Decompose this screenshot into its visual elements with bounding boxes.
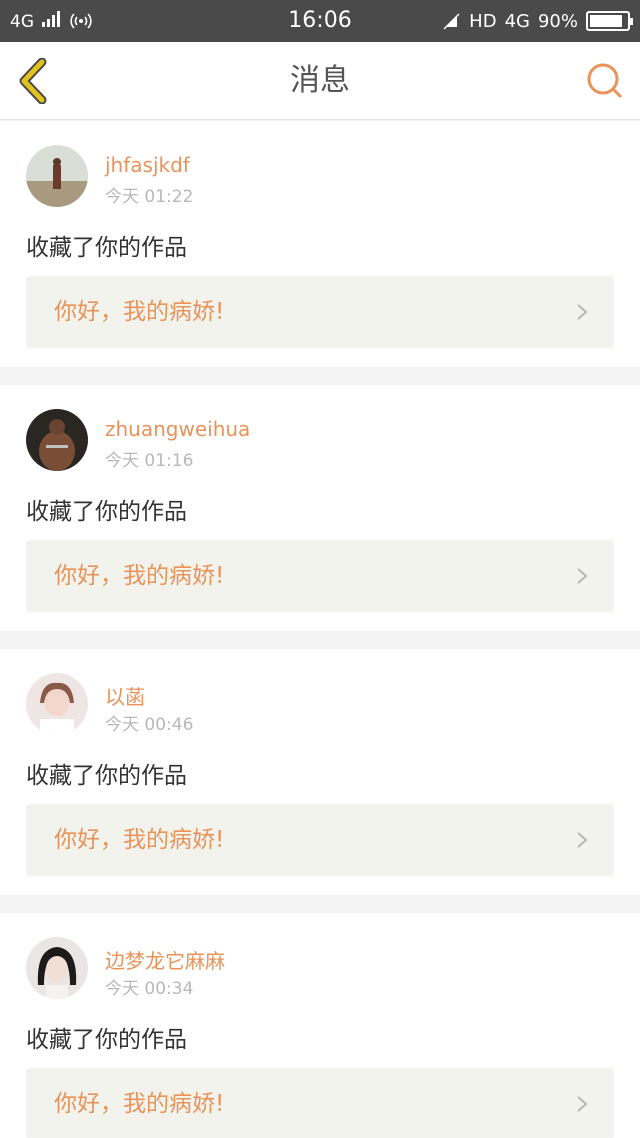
work-link[interactable]: 你好，我的病娇! — [26, 804, 614, 876]
action-text: 收藏了你的作品 — [26, 499, 187, 525]
chevron-right-icon — [577, 304, 588, 320]
work-link[interactable]: 你好，我的病娇! — [26, 1068, 614, 1138]
action-text: 收藏了你的作品 — [26, 235, 187, 261]
search-icon — [587, 63, 622, 98]
work-title: 你好，我的病娇! — [54, 563, 225, 589]
work-link[interactable]: 你好，我的病娇! — [26, 540, 614, 612]
battery-percent: 90% — [537, 10, 578, 32]
hd-label: HD — [469, 10, 497, 32]
avatar[interactable] — [26, 409, 88, 471]
work-title: 你好，我的病娇! — [54, 1091, 225, 1117]
action-text: 收藏了你的作品 — [26, 1027, 187, 1053]
network-right-label: 4G — [504, 10, 530, 32]
avatar[interactable] — [26, 673, 88, 735]
message-time: 今天 01:22 — [105, 187, 194, 207]
username-link[interactable]: jhfasjkdf — [105, 153, 190, 177]
work-link[interactable]: 你好，我的病娇! — [26, 276, 614, 348]
message-card: 边梦龙它麻麻 今天 00:34 收藏了你的作品 你好，我的病娇! — [0, 913, 640, 1138]
chevron-right-icon — [577, 832, 588, 848]
message-card: zhuangweihua 今天 01:16 收藏了你的作品 你好，我的病娇! — [0, 385, 640, 631]
chevron-right-icon — [577, 568, 588, 584]
message-time: 今天 00:34 — [105, 979, 194, 999]
action-text: 收藏了你的作品 — [26, 763, 187, 789]
status-right: HD 4G 90% — [441, 0, 633, 42]
work-title: 你好，我的病娇! — [54, 299, 225, 325]
message-time: 今天 00:46 — [105, 715, 194, 735]
username-link[interactable]: zhuangweihua — [105, 417, 250, 441]
avatar[interactable] — [26, 937, 88, 999]
message-time: 今天 01:16 — [105, 451, 194, 471]
message-card: jhfasjkdf 今天 01:22 收藏了你的作品 你好，我的病娇! — [0, 121, 640, 367]
username-link[interactable]: 以菡 — [105, 681, 145, 710]
status-bar: 4G 16:06 HD 4G 90% — [0, 0, 640, 42]
top-nav-bar: 消息 — [0, 42, 640, 120]
avatar[interactable] — [26, 145, 88, 207]
message-card: 以菡 今天 00:46 收藏了你的作品 你好，我的病娇! — [0, 649, 640, 895]
battery-icon — [586, 11, 633, 31]
page-title: 消息 — [290, 63, 350, 98]
search-button[interactable] — [586, 62, 624, 100]
work-title: 你好，我的病娇! — [54, 827, 225, 853]
chevron-right-icon — [577, 1096, 588, 1112]
message-list: jhfasjkdf 今天 01:22 收藏了你的作品 你好，我的病娇! zhua… — [0, 121, 640, 1138]
mute-icon — [442, 12, 461, 30]
username-link[interactable]: 边梦龙它麻麻 — [105, 945, 225, 974]
